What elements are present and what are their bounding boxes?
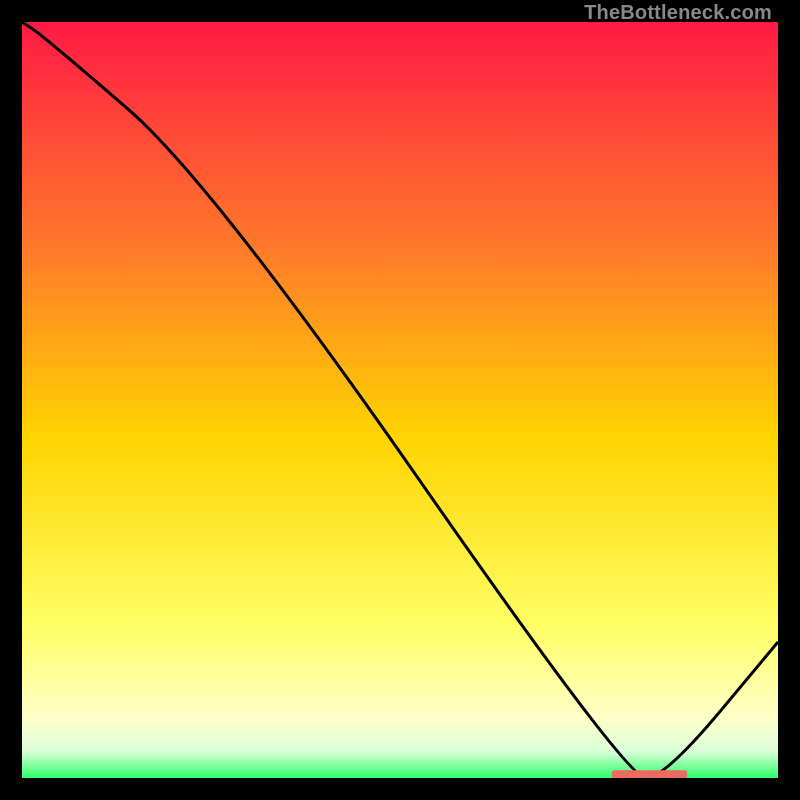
optimal-range-marker (612, 770, 688, 778)
gradient-background (22, 22, 778, 778)
chart-frame (22, 22, 778, 778)
bottleneck-chart (22, 22, 778, 778)
